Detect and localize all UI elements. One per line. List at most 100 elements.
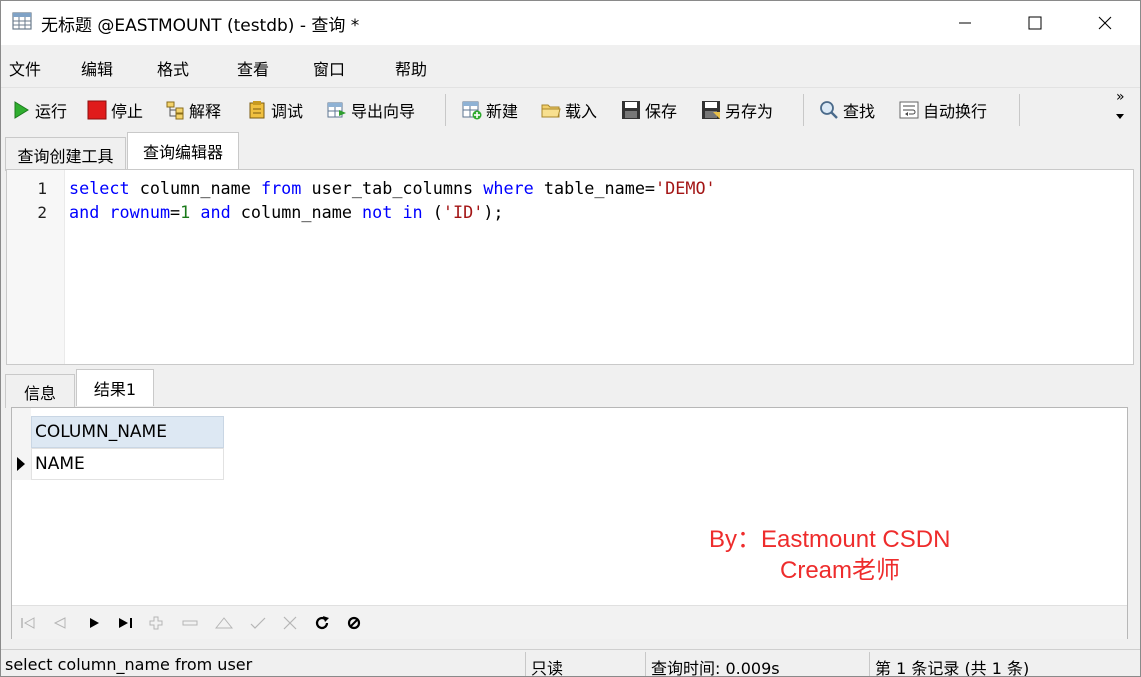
refresh-button[interactable] xyxy=(312,613,332,633)
keyword: and xyxy=(200,202,231,222)
insert-record-button[interactable] xyxy=(146,613,166,633)
next-record-button[interactable] xyxy=(84,613,104,633)
record-navigator xyxy=(12,605,1127,639)
column-header[interactable]: COLUMN_NAME xyxy=(31,416,224,448)
sql-editor[interactable]: 1 2 select column_name from user_tab_col… xyxy=(6,169,1134,365)
prior-record-icon xyxy=(53,617,66,629)
tab-query-builder[interactable]: 查询创建工具 xyxy=(5,137,126,171)
code-text: ); xyxy=(483,202,504,222)
dropdown-arrow-icon xyxy=(1116,114,1125,119)
save-button[interactable]: 保存 xyxy=(621,97,677,123)
edit-record-button[interactable] xyxy=(214,613,234,633)
menu-bar: 文件 编辑 格式 查看 窗口 帮助 xyxy=(1,45,1140,87)
find-button[interactable]: 查找 xyxy=(819,97,875,123)
code-line-1[interactable]: select column_name from user_tab_columns… xyxy=(69,178,716,198)
minimize-icon xyxy=(959,22,971,24)
last-record-button[interactable] xyxy=(116,613,136,633)
grid-cell[interactable]: NAME xyxy=(31,448,224,480)
number-literal: 1 xyxy=(180,202,191,222)
maximize-button[interactable] xyxy=(1000,1,1070,45)
double-chevron-icon: » xyxy=(1116,89,1125,105)
menu-help[interactable]: 帮助 xyxy=(395,56,427,80)
app-window: 无标题 @EASTMOUNT (testdb) - 查询 * 文件 编辑 格式 … xyxy=(0,0,1141,677)
status-read-only: 只读 xyxy=(531,659,564,677)
code-text: user_tab_columns xyxy=(301,178,484,198)
keyword: not xyxy=(362,202,393,222)
run-label: 运行 xyxy=(35,102,68,121)
code-text: table_name= xyxy=(533,178,656,198)
word-wrap-icon xyxy=(899,101,919,119)
line-number-gutter: 1 2 xyxy=(7,170,65,364)
prior-record-button[interactable] xyxy=(50,613,70,633)
stop-label: 停止 xyxy=(111,102,144,121)
line-number: 1 xyxy=(37,179,47,198)
save-as-button[interactable]: 另存为 xyxy=(701,97,773,123)
stop-button[interactable]: 停止 xyxy=(87,97,143,123)
save-label: 保存 xyxy=(645,102,678,121)
explain-label: 解释 xyxy=(189,102,222,121)
status-separator xyxy=(645,652,646,676)
status-record-count: 第 1 条记录 (共 1 条) xyxy=(875,659,1030,677)
triangle-up-icon xyxy=(215,617,233,629)
toolbar-separator xyxy=(1019,94,1020,126)
menu-format[interactable]: 格式 xyxy=(157,56,189,80)
folder-open-icon xyxy=(541,104,561,118)
play-icon xyxy=(14,101,29,119)
load-label: 载入 xyxy=(565,102,598,121)
delete-record-button[interactable] xyxy=(180,613,200,633)
keyword: where xyxy=(483,178,534,198)
menu-window[interactable]: 窗口 xyxy=(313,56,345,80)
toolbar-separator xyxy=(445,94,446,126)
keyword: in xyxy=(402,202,423,222)
menu-file[interactable]: 文件 xyxy=(9,56,41,80)
search-icon xyxy=(820,101,838,119)
tab-result-1[interactable]: 结果1 xyxy=(76,369,154,406)
code-text: column_name xyxy=(129,178,261,198)
find-label: 查找 xyxy=(843,102,876,121)
stop-icon xyxy=(87,100,107,120)
toolbar-overflow-button[interactable]: » xyxy=(1116,90,1125,123)
close-icon xyxy=(1098,16,1112,30)
tab-query-editor[interactable]: 查询编辑器 xyxy=(127,132,239,169)
refresh-icon xyxy=(315,616,329,630)
first-record-button[interactable] xyxy=(18,613,38,633)
load-button[interactable]: 载入 xyxy=(541,97,597,123)
menu-view[interactable]: 查看 xyxy=(237,56,269,80)
save-as-label: 另存为 xyxy=(725,102,774,121)
check-icon xyxy=(250,617,266,629)
string-literal: 'ID' xyxy=(442,202,484,222)
last-record-icon xyxy=(119,618,132,628)
run-button[interactable]: 运行 xyxy=(11,97,67,123)
close-button[interactable] xyxy=(1070,1,1140,45)
keyword: rownum xyxy=(109,202,171,222)
export-wizard-label: 导出向导 xyxy=(351,102,416,121)
tab-info[interactable]: 信息 xyxy=(5,374,75,408)
cross-icon xyxy=(283,616,297,630)
word-wrap-button[interactable]: 自动换行 xyxy=(899,97,987,123)
window-title: 无标题 @EASTMOUNT (testdb) - 查询 * xyxy=(41,16,360,36)
debug-label: 调试 xyxy=(271,102,304,121)
title-bar: 无标题 @EASTMOUNT (testdb) - 查询 * xyxy=(1,1,1140,45)
export-wizard-button[interactable]: 导出向导 xyxy=(327,97,415,123)
new-button[interactable]: 新建 xyxy=(462,97,518,123)
stop-fetch-button[interactable] xyxy=(344,613,364,633)
explain-button[interactable]: 解释 xyxy=(165,97,221,123)
status-query-time: 查询时间: 0.009s xyxy=(651,659,780,677)
minimize-button[interactable] xyxy=(930,1,1000,45)
cancel-edit-button[interactable] xyxy=(280,613,300,633)
status-bar: select column_name from user 只读 查询时间: 0.… xyxy=(1,649,1140,677)
post-edit-button[interactable] xyxy=(248,613,268,633)
code-line-2[interactable]: and rownum=1 and column_name not in ('ID… xyxy=(69,202,504,222)
menu-edit[interactable]: 编辑 xyxy=(81,56,113,80)
maximize-icon xyxy=(1028,16,1042,30)
watermark-line-2: Cream老师 xyxy=(780,557,901,584)
status-sql-text: select column_name from user xyxy=(5,655,253,674)
code-text: column_name xyxy=(230,202,363,222)
plus-icon xyxy=(149,616,163,630)
debug-button[interactable]: 调试 xyxy=(247,97,303,123)
status-separator xyxy=(525,652,526,676)
current-row-indicator-icon xyxy=(17,457,25,471)
